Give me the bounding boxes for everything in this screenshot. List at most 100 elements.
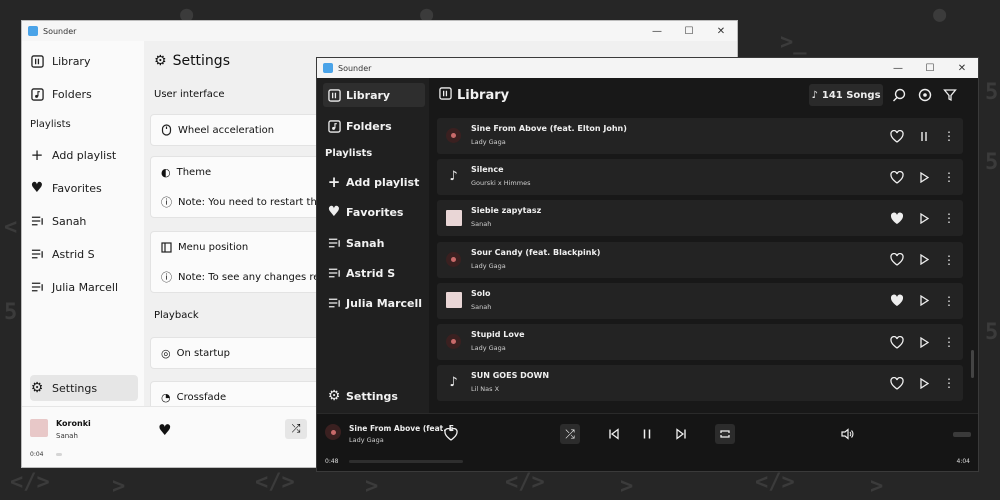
more-options-icon[interactable]: ⋮	[941, 375, 957, 391]
heart-outline-icon[interactable]	[889, 128, 905, 144]
library-icon	[327, 88, 341, 102]
song-title: SUN GOES DOWN	[471, 371, 550, 381]
more-options-icon[interactable]: ⋮	[941, 334, 957, 350]
song-row[interactable]: Solo Sanah ⋮	[437, 282, 963, 319]
sidebar-item-folders[interactable]: Folders	[323, 114, 425, 138]
heart-outline-icon[interactable]	[889, 169, 905, 185]
volume-button[interactable]	[837, 424, 857, 444]
pause-icon[interactable]	[916, 128, 932, 144]
song-title: Sine From Above (feat. Elton John)	[471, 124, 627, 133]
chevron-right-icon: >	[620, 474, 634, 499]
heart-outline-icon[interactable]	[889, 252, 905, 268]
menu-position-card[interactable]: Menu position ⓘ Note: To see any changes …	[150, 231, 325, 293]
album-art	[325, 424, 341, 440]
heart-filled-icon[interactable]	[889, 210, 905, 226]
add-playlist-button[interactable]: + Add playlist	[323, 170, 425, 194]
more-options-icon[interactable]: ⋮	[941, 293, 957, 309]
sidebar: Library Folders Playlists + Add playlist…	[317, 78, 429, 416]
song-row[interactable]: Stupid Love Lady Gaga ⋮	[437, 324, 963, 360]
sidebar-item-astrid-s[interactable]: Astrid S	[30, 241, 138, 267]
search-button[interactable]	[891, 87, 907, 103]
sidebar-item-label: Astrid S	[52, 247, 95, 261]
play-icon[interactable]	[916, 252, 932, 268]
startup-icon: ◎	[161, 346, 171, 360]
sidebar-item-julia-marcell[interactable]: Julia Marcell	[323, 291, 425, 315]
minimize-button[interactable]: —	[882, 58, 914, 78]
play-icon[interactable]	[916, 375, 932, 391]
play-icon[interactable]	[916, 293, 932, 309]
sidebar-item-settings[interactable]: ⚙ Settings	[323, 384, 425, 408]
sidebar-item-julia-marcell[interactable]: Julia Marcell	[30, 274, 138, 300]
setting-note: Note: To see any changes res	[178, 271, 325, 283]
sidebar-item-label: Folders	[346, 119, 392, 133]
song-row[interactable]: Siebie zapytasz Sanah ⋮	[437, 200, 963, 237]
sidebar-item-favorites[interactable]: ♥ Favorites	[323, 200, 425, 224]
sidebar-item-settings[interactable]: ⚙ Settings	[30, 375, 138, 401]
sidebar-item-library[interactable]: Library	[30, 48, 138, 74]
maximize-button[interactable]: ☐	[914, 58, 946, 78]
repeat-button[interactable]	[715, 424, 735, 444]
code-icon: </>	[10, 470, 50, 495]
sidebar-item-sanah[interactable]: Sanah	[323, 231, 425, 255]
filter-button[interactable]	[942, 87, 958, 103]
scrollbar[interactable]	[971, 350, 974, 378]
close-button[interactable]: ✕	[946, 58, 978, 78]
heart-outline-icon[interactable]	[889, 375, 905, 391]
shuffle-button[interactable]: ⤮	[560, 424, 580, 444]
close-button[interactable]: ✕	[705, 21, 737, 41]
maximize-button[interactable]: ☐	[673, 21, 705, 41]
progress-bar[interactable]	[56, 453, 62, 456]
progress-bar[interactable]	[349, 460, 463, 463]
album-art	[445, 251, 462, 268]
sidebar-item-astrid-s[interactable]: Astrid S	[323, 261, 425, 285]
chevron-right-icon: >	[112, 474, 126, 499]
shuffle-icon: ⤮	[291, 422, 301, 435]
sort-button[interactable]	[917, 87, 933, 103]
title-bar[interactable]: Sounder — ☐ ✕	[22, 21, 737, 41]
sidebar-item-folders[interactable]: Folders	[30, 81, 138, 107]
song-row[interactable]: ♪ SUN GOES DOWN Lil Nas X ⋮	[437, 365, 963, 402]
sidebar-item-label: Favorites	[346, 205, 404, 219]
more-options-icon[interactable]: ⋮	[941, 210, 957, 226]
minimize-button[interactable]: —	[641, 21, 673, 41]
next-button[interactable]	[671, 424, 691, 444]
favorite-button[interactable]: ♥	[158, 421, 171, 439]
sidebar-item-sanah[interactable]: Sanah	[30, 208, 138, 234]
sidebar-item-library[interactable]: Library	[323, 83, 425, 107]
heart-icon: ♥	[327, 204, 341, 220]
library-icon	[439, 87, 452, 104]
heart-outline-icon	[444, 427, 458, 441]
on-startup-card[interactable]: ◎ On startup	[150, 337, 320, 369]
gear-icon: ⚙	[327, 388, 341, 404]
play-icon[interactable]	[916, 334, 932, 350]
previous-button[interactable]	[604, 424, 624, 444]
song-artist: Sanah	[471, 302, 492, 311]
volume-slider[interactable]	[953, 432, 971, 437]
sidebar-item-favorites[interactable]: ♥ Favorites	[30, 175, 138, 201]
more-options-icon[interactable]: ⋮	[941, 169, 957, 185]
song-artist: Sanah	[471, 220, 492, 229]
theme-card[interactable]: ◐ Theme ⓘ Note: You need to restart the	[150, 156, 323, 218]
shuffle-button[interactable]: ⤮	[285, 419, 307, 439]
add-playlist-button[interactable]: + Add playlist	[30, 142, 138, 168]
song-row[interactable]: ♪ Silence Gourski x Himmes ⋮	[437, 159, 963, 196]
playlists-heading: Playlists	[325, 148, 373, 159]
sidebar-item-label: Favorites	[52, 181, 102, 195]
wheel-acceleration-card[interactable]: Wheel acceleration	[150, 114, 320, 146]
play-icon[interactable]	[916, 210, 932, 226]
heart-outline-icon[interactable]	[889, 334, 905, 350]
window-title: Sounder	[43, 26, 77, 36]
album-art	[445, 292, 462, 309]
song-row[interactable]: Sour Candy (feat. Blackpink) Lady Gaga ⋮	[437, 241, 963, 278]
song-row[interactable]: Sine From Above (feat. Elton John) Lady G…	[437, 118, 963, 154]
play-pause-button[interactable]	[637, 424, 657, 444]
play-icon[interactable]	[916, 169, 932, 185]
title-bar[interactable]: Sounder — ☐ ✕	[317, 58, 978, 78]
favorite-button[interactable]	[441, 424, 461, 444]
heart-filled-icon[interactable]	[889, 293, 905, 309]
more-options-icon[interactable]: ⋮	[941, 252, 957, 268]
more-options-icon[interactable]: ⋮	[941, 128, 957, 144]
song-title: Stupid Love	[471, 330, 525, 339]
chevron-right-icon: >	[870, 474, 884, 499]
chevron-right-icon: >	[365, 474, 379, 499]
